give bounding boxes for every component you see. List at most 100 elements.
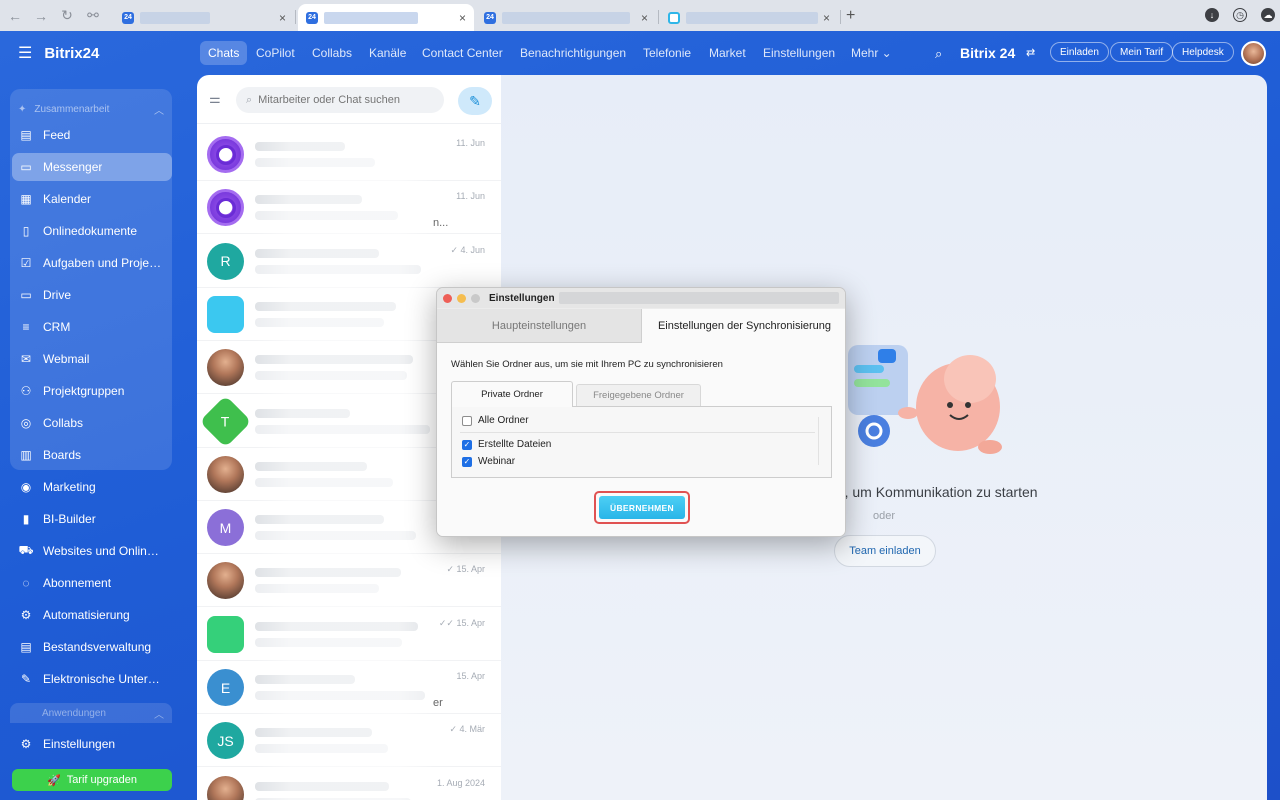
upgrade-button[interactable]: 🚀 Tarif upgraden: [12, 769, 172, 791]
folder-checkbox[interactable]: ✓: [462, 456, 472, 467]
sidebar-item-drive[interactable]: ▭ Drive: [12, 281, 172, 309]
invite-button[interactable]: Einladen: [1050, 42, 1109, 62]
all-folders-checkbox[interactable]: [462, 415, 472, 426]
sidebar-item-automation[interactable]: ⚙ Automatisierung: [12, 601, 172, 629]
chat-avatar: [207, 295, 244, 333]
folder-option[interactable]: ✓ Erstellte Dateien: [462, 439, 551, 450]
chat-avatar: [207, 189, 244, 227]
new-chat-button[interactable]: ✎: [458, 87, 492, 115]
user-avatar[interactable]: [1241, 41, 1266, 66]
signature-icon: ✎: [20, 672, 32, 686]
sidebar-apps-group[interactable]: Anwendungen ︿: [10, 703, 172, 723]
groups-icon: ⚇: [20, 384, 32, 398]
empty-state-or: oder: [873, 510, 896, 522]
forward-icon[interactable]: →: [30, 5, 52, 27]
mail-icon: ✉: [20, 352, 32, 366]
my-plan-button[interactable]: Mein Tarif: [1110, 42, 1174, 62]
sidebar-item-signature[interactable]: ✎Elektronische Unterschrift: [12, 665, 172, 693]
folder-list: Alle Ordner ✓ Erstellte Dateien ✓ Webina…: [451, 406, 832, 478]
close-tab-icon[interactable]: ×: [279, 11, 286, 25]
sidebar-group-header[interactable]: ✦ Zusammenarbeit ︿: [10, 97, 172, 121]
folder-option[interactable]: ✓ Webinar: [462, 456, 515, 467]
collabs-icon: ◎: [20, 416, 32, 430]
close-tab-icon[interactable]: ×: [641, 11, 648, 25]
browser-tab-active[interactable]: 24 ×: [298, 4, 474, 31]
chat-avatar: R: [207, 242, 244, 280]
reload-icon[interactable]: ↻: [56, 5, 78, 27]
sidebar-item-tasks[interactable]: ☑ Aufgaben und Projekte: [12, 249, 172, 277]
browser-tab[interactable]: 24 ×: [476, 4, 656, 31]
tasks-icon: ☑: [20, 256, 32, 270]
top-tab[interactable]: Telefonie: [635, 41, 699, 65]
search-icon[interactable]: ⌕: [935, 46, 942, 62]
sidebar-item-cart[interactable]: ⛟Websites und Onlineshops: [12, 537, 172, 565]
drive-icon: ▭: [20, 288, 32, 302]
sidebar-item-inventory[interactable]: ▤ Bestandsverwaltung: [12, 633, 172, 661]
apply-button[interactable]: ÜBERNEHMEN: [599, 496, 685, 519]
tab-private-folders[interactable]: Private Ordner: [451, 381, 573, 407]
sidebar-item-groups[interactable]: ⚇ Projektgruppen: [12, 377, 172, 405]
history-icon[interactable]: ◷: [1233, 8, 1247, 22]
close-tab-icon[interactable]: ×: [459, 11, 466, 25]
top-tab[interactable]: Market: [701, 41, 754, 65]
search-box[interactable]: ⌕: [236, 87, 444, 113]
all-folders-option[interactable]: Alle Ordner: [462, 415, 529, 426]
chat-avatar: E: [207, 669, 244, 706]
hamburger-icon[interactable]: ☰: [18, 43, 32, 63]
invite-team-button[interactable]: Team einladen: [834, 535, 936, 567]
top-tab[interactable]: Mehr ⌄: [843, 41, 900, 65]
subscription-icon: ◌: [22, 576, 30, 590]
chat-avatar: M: [207, 509, 244, 547]
sidebar-item-chat[interactable]: ▭ Messenger: [12, 153, 172, 181]
zoom-window-icon[interactable]: [471, 293, 480, 303]
helpdesk-button[interactable]: Helpdesk: [1172, 42, 1234, 62]
chat-icon: ▭: [20, 160, 32, 174]
back-icon[interactable]: ←: [4, 5, 26, 27]
sidebar-item-marketing[interactable]: ◉ Marketing: [12, 473, 172, 501]
chat-date: 11. Jun: [456, 191, 485, 202]
settings-switch-icon[interactable]: ⇄: [1026, 46, 1035, 59]
sidebar-item-settings[interactable]: ⚙ Einstellungen: [12, 730, 172, 758]
close-window-icon[interactable]: [443, 293, 452, 303]
apply-button-highlight: ÜBERNEHMEN: [594, 491, 690, 524]
folder-checkbox[interactable]: ✓: [462, 439, 472, 450]
sidebar-item-crm[interactable]: ≡ CRM: [12, 313, 172, 341]
sidebar-item-collabs[interactable]: ◎ Collabs: [12, 409, 172, 437]
top-tab[interactable]: Collabs: [304, 41, 360, 65]
tab-sync-settings[interactable]: Einstellungen der Synchronisierung: [641, 309, 845, 343]
chat-search-input[interactable]: [258, 94, 429, 106]
chat-date: 11. Jun: [456, 138, 485, 148]
tab-shared-folders[interactable]: Freigegebene Ordner: [576, 384, 701, 406]
chat-avatar: T: [199, 394, 252, 448]
link-icon[interactable]: ⚯: [82, 5, 104, 27]
top-tab[interactable]: Kanäle: [361, 41, 414, 65]
download-icon[interactable]: ↓: [1205, 8, 1219, 22]
compose-icon: ✎: [469, 92, 481, 109]
cart-icon: ⛟: [18, 543, 34, 557]
sidebar-item-boards[interactable]: ▥ Boards: [12, 441, 172, 469]
close-tab-icon[interactable]: ×: [823, 11, 830, 25]
collab-icon: ✦: [18, 103, 27, 115]
new-tab-icon[interactable]: +: [846, 7, 855, 25]
sidebar-item-mail[interactable]: ✉ Webmail: [12, 345, 172, 373]
chat-avatar: [207, 562, 244, 600]
sidebar-item-document[interactable]: ▯ Onlinedokumente: [12, 217, 172, 245]
top-tab[interactable]: Benachrichtigungen: [512, 41, 634, 65]
browser-tab[interactable]: ×: [660, 4, 838, 31]
top-tab[interactable]: CoPilot: [248, 41, 303, 65]
folder-list-scrollbar[interactable]: [818, 417, 819, 465]
top-tab[interactable]: Einstellungen: [755, 41, 843, 65]
sidebar-item-calendar[interactable]: ▦ Kalender: [12, 185, 172, 213]
top-tab[interactable]: Contact Center: [414, 41, 511, 65]
sidebar-item-subscription[interactable]: ◌ Abonnement: [12, 569, 172, 597]
minimize-window-icon[interactable]: [457, 293, 466, 303]
tab-main-settings[interactable]: Haupteinstellungen: [437, 309, 641, 343]
cloud-icon[interactable]: ☁: [1261, 8, 1275, 22]
filter-icon[interactable]: ⚌: [209, 91, 225, 107]
left-sidebar: ☰ Bitrix24 ✦ Zusammenarbeit ︿ ▤ Feed ▭ Mess…: [0, 31, 184, 800]
sidebar-item-feed[interactable]: ▤ Feed: [12, 121, 172, 149]
top-tab[interactable]: Chats: [200, 41, 248, 65]
chat-date: ✓ 15. Apr: [446, 564, 485, 575]
browser-tab[interactable]: 24 ×: [114, 4, 294, 31]
sidebar-item-bi[interactable]: ▮ BI-Builder: [12, 505, 172, 533]
